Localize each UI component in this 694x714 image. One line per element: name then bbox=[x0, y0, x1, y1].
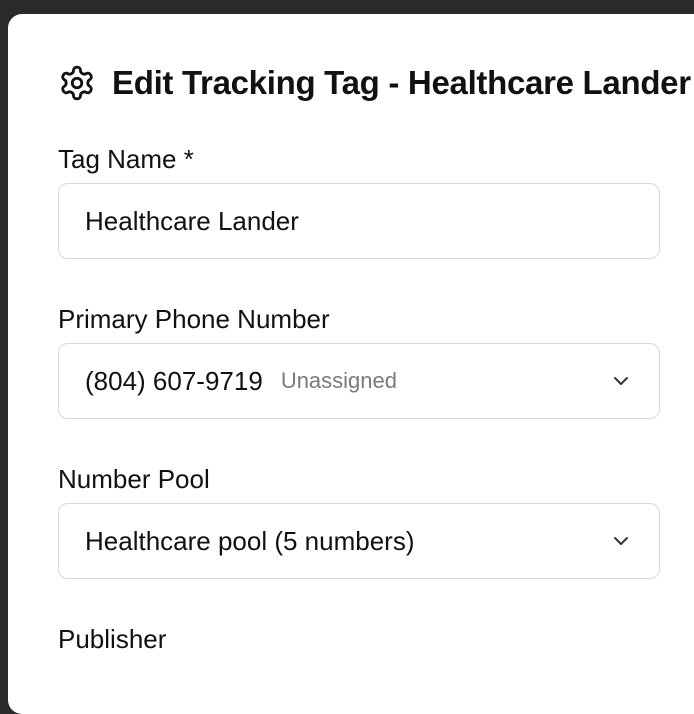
gear-icon bbox=[58, 64, 96, 102]
chevron-down-icon bbox=[609, 369, 633, 393]
tag-name-input[interactable]: Healthcare Lander bbox=[58, 183, 660, 259]
primary-phone-number: (804) 607-9719 bbox=[85, 365, 263, 396]
dialog-title: Edit Tracking Tag - Healthcare Lander bbox=[112, 64, 691, 101]
primary-phone-status: Unassigned bbox=[280, 368, 397, 393]
publisher-label: Publisher bbox=[58, 624, 167, 654]
number-pool-label: Number Pool bbox=[58, 464, 210, 494]
primary-phone-select[interactable]: (804) 607-9719 Unassigned bbox=[58, 343, 660, 419]
primary-phone-label: Primary Phone Number bbox=[58, 304, 330, 334]
number-pool-select[interactable]: Healthcare pool (5 numbers) bbox=[58, 503, 660, 579]
tag-name-label: Tag Name * bbox=[58, 144, 194, 174]
dialog-header: Edit Tracking Tag - Healthcare Lander bbox=[58, 64, 691, 102]
chevron-down-icon bbox=[609, 529, 633, 553]
tag-name-value: Healthcare Lander bbox=[85, 205, 299, 236]
number-pool-value: Healthcare pool (5 numbers) bbox=[85, 525, 415, 556]
edit-tracking-tag-dialog: Edit Tracking Tag - Healthcare Lander Ta… bbox=[8, 14, 694, 714]
